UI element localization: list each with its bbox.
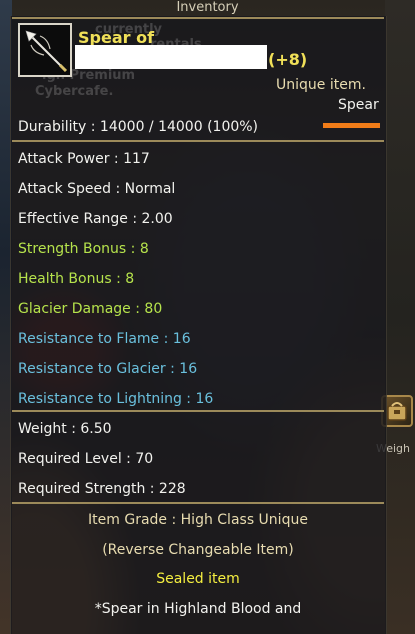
stat-line: Resistance to Glacier : 16 xyxy=(18,361,198,377)
requirement-line: Required Strength : 228 xyxy=(18,481,186,497)
requirement-line: Required Level : 70 xyxy=(18,451,154,467)
durability-bar-fill xyxy=(323,123,380,128)
stat-line: Attack Power : 117 xyxy=(18,151,150,167)
divider xyxy=(12,17,384,19)
durability-bar xyxy=(323,123,380,128)
requirement-line: Weight : 6.50 xyxy=(18,421,112,437)
sealed-label: Sealed item xyxy=(156,571,240,587)
item-type-label: Spear xyxy=(338,97,379,113)
divider xyxy=(12,410,384,412)
item-description: *Spear in Highland Blood and xyxy=(94,601,302,617)
inventory-window-title: Inventory xyxy=(176,0,239,15)
stat-line: Effective Range : 2.00 xyxy=(18,211,173,227)
stat-line: Health Bonus : 8 xyxy=(18,271,135,287)
divider xyxy=(12,140,384,142)
divider xyxy=(12,502,384,504)
durability-text: Durability : 14000 / 14000 (100%) xyxy=(18,119,259,135)
right-edge-scene xyxy=(385,0,415,634)
stat-line: Strength Bonus : 8 xyxy=(18,241,149,257)
stat-line: Resistance to Lightning : 16 xyxy=(18,391,214,407)
stat-line: Glacier Damage : 80 xyxy=(18,301,163,317)
spear-icon[interactable] xyxy=(18,23,72,77)
redacted-name-block xyxy=(75,45,267,69)
enchant-level: (+8) xyxy=(268,50,308,69)
stat-line: Resistance to Flame : 16 xyxy=(18,331,191,347)
ghost-text: Cybercafe. xyxy=(35,84,114,99)
changeable-note: (Reverse Changeable Item) xyxy=(102,542,294,558)
rarity-label: Unique item. xyxy=(276,77,366,93)
stat-line: Attack Speed : Normal xyxy=(18,181,176,197)
item-grade: Item Grade : High Class Unique xyxy=(88,512,308,528)
